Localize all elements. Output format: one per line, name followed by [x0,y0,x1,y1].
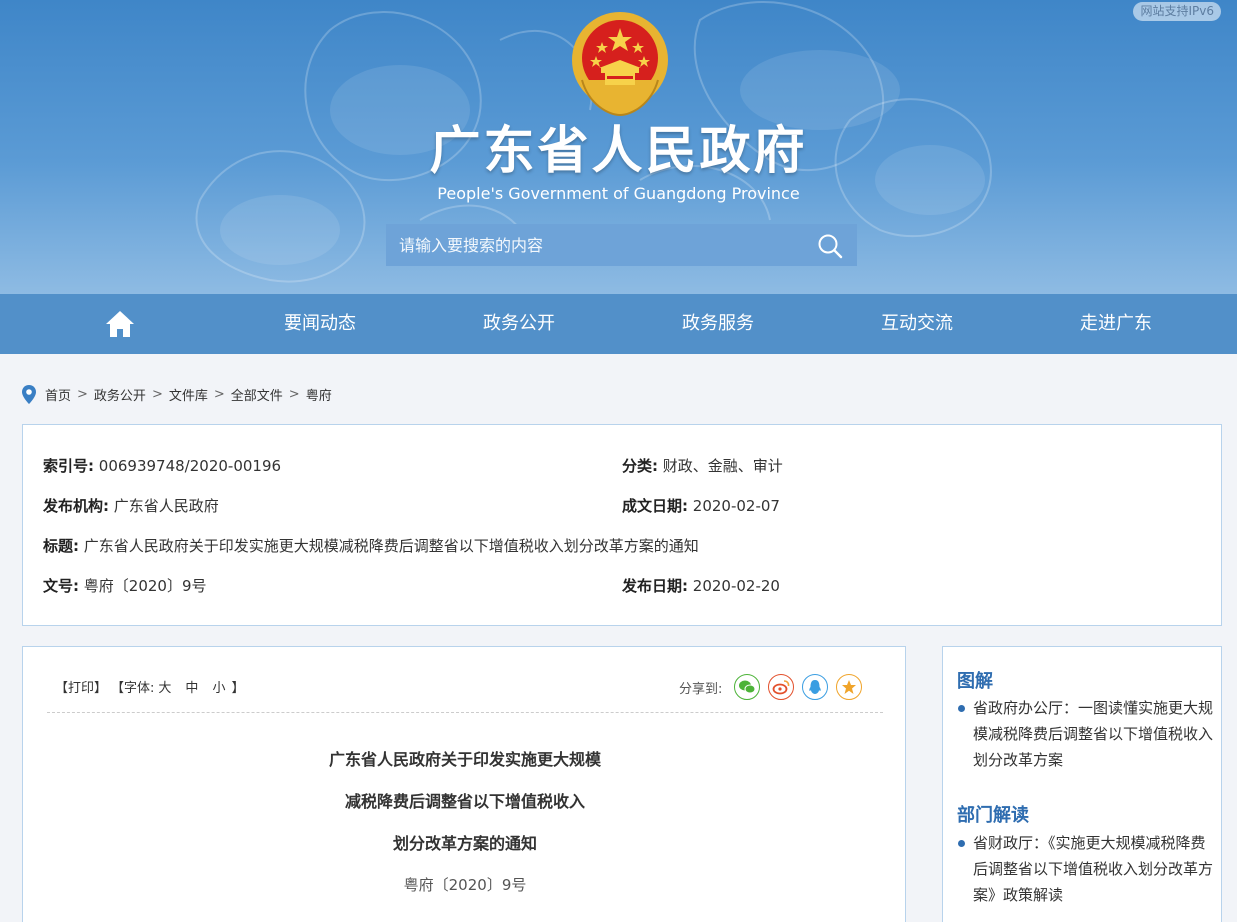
print-button[interactable]: 【打印】 [55,677,107,696]
share-bar: 分享到: [679,674,870,700]
nav-interaction[interactable]: 互动交流 [817,294,1017,354]
bullet-icon [958,705,965,712]
main-nav: 要闻动态 政务公开 政务服务 互动交流 走进广东 [0,294,1237,354]
publisher-value: 广东省人民政府 [113,497,219,515]
doc-number: 粤府〔2020〕9号 [403,876,527,894]
breadcrumb-gov-affairs[interactable]: 政务公开 [94,385,146,404]
written-date-value: 2020-02-07 [692,497,780,515]
weibo-share-icon[interactable] [768,674,795,700]
share-label: 分享到: [679,681,723,697]
infographic-link-text: 省政府办公厅：一图读懂实施更大规模减税降费后调整省以下增值税收入划分改革方案 [973,699,1214,769]
ipv6-badge[interactable]: 网站支持IPv6 [1133,2,1221,21]
breadcrumb-library[interactable]: 文件库 [169,385,208,404]
nav-services[interactable]: 政务服务 [618,294,818,354]
breadcrumb-separator: > [288,386,300,402]
article-divider [47,712,883,713]
infographic-heading: 图解 [957,671,993,692]
breadcrumb-separator: > [151,386,163,402]
bullet-icon [958,840,965,847]
search-bar [386,224,857,266]
font-large-button[interactable]: 大 [158,677,171,696]
site-subtitle: People's Government of Guangdong Provinc… [437,184,800,203]
font-small-button[interactable]: 小 [212,677,225,696]
breadcrumb-separator: > [213,386,225,402]
index-number-row: 索引号: 006939748/2020-00196 [43,456,281,476]
home-icon [106,311,134,337]
search-input[interactable] [386,224,806,266]
qq-share-icon[interactable] [802,674,829,700]
infographic-link[interactable]: 省政府办公厅：一图读懂实施更大规模减税降费后调整省以下增值税收入划分改革方案 [957,695,1213,773]
published-date-label: 发布日期: [622,577,688,595]
font-size-label: 【字体: [111,681,155,696]
font-size-close: 】 [231,681,245,696]
doc-number-value: 粤府〔2020〕9号 [83,577,207,595]
department-interpretation-heading: 部门解读 [957,805,1029,826]
published-date-row: 发布日期: 2020-02-20 [622,576,780,596]
breadcrumb-separator: > [77,386,88,402]
doc-title-line-2: 减税降费后调整省以下增值税收入 [344,792,585,811]
category-label: 分类: [622,457,658,475]
department-interpretation-link[interactable]: 省财政厅：《实施更大规模减税降费后调整省以下增值税收入划分改革方案》政策解读 [957,830,1213,908]
font-medium-button[interactable]: 中 [185,677,198,696]
search-icon[interactable] [817,233,843,259]
related-sidebar: 图解 省政府办公厅：一图读懂实施更大规模减税降费后调整省以下增值税收入划分改革方… [942,646,1222,922]
site-header: 网站支持IPv6 广东省人民政府 People's Government of … [0,0,1237,294]
published-date-value: 2020-02-20 [692,577,780,595]
nav-home[interactable] [20,294,220,354]
article-tools: 【打印】 【字体: 大 中 小 】 [55,677,248,696]
written-date-label: 成文日期: [622,497,688,515]
doc-number-label: 文号: [43,577,79,595]
title-row: 标题: 广东省人民政府关于印发实施更大规模减税降费后调整省以下增值税收入划分改革… [43,536,699,556]
category-value: 财政、金融、审计 [662,457,783,475]
favorite-share-icon[interactable] [836,674,863,700]
breadcrumb-all-files[interactable]: 全部文件 [231,385,283,404]
article-panel: 【打印】 【字体: 大 中 小 】 分享到: 广东省人民政府关于印发实施更大规模… [22,646,906,922]
site-title: 广东省人民政府 [429,122,808,181]
doc-title-line-1: 广东省人民政府关于印发实施更大规模 [328,750,601,769]
department-interpretation-link-text: 省财政厅：《实施更大规模减税降费后调整省以下增值税收入划分改革方案》政策解读 [973,834,1214,904]
breadcrumb-current[interactable]: 粤府 [306,385,332,404]
title-value: 广东省人民政府关于印发实施更大规模减税降费后调整省以下增值税收入划分改革方案的通… [83,537,699,555]
doc-title-line-3: 划分改革方案的通知 [392,834,537,853]
publisher-label: 发布机构: [43,497,109,515]
written-date-row: 成文日期: 2020-02-07 [622,496,780,516]
wechat-share-icon[interactable] [734,674,761,700]
nav-about-guangdong[interactable]: 走进广东 [1016,294,1216,354]
category-row: 分类: 财政、金融、审计 [622,456,783,476]
title-label: 标题: [43,537,79,555]
nav-gov-affairs[interactable]: 政务公开 [419,294,619,354]
doc-number-row: 文号: 粤府〔2020〕9号 [43,576,207,596]
location-pin-icon [22,384,36,404]
nav-news[interactable]: 要闻动态 [220,294,420,354]
national-emblem-icon [572,12,668,117]
breadcrumb-home[interactable]: 首页 [45,385,71,404]
index-value: 006939748/2020-00196 [98,457,282,475]
publisher-row: 发布机构: 广东省人民政府 [43,496,219,516]
document-info-panel: 索引号: 006939748/2020-00196 分类: 财政、金融、审计 发… [22,424,1222,626]
breadcrumb: 首页 > 政务公开 > 文件库 > 全部文件 > 粤府 [22,383,332,405]
index-label: 索引号: [43,457,94,475]
